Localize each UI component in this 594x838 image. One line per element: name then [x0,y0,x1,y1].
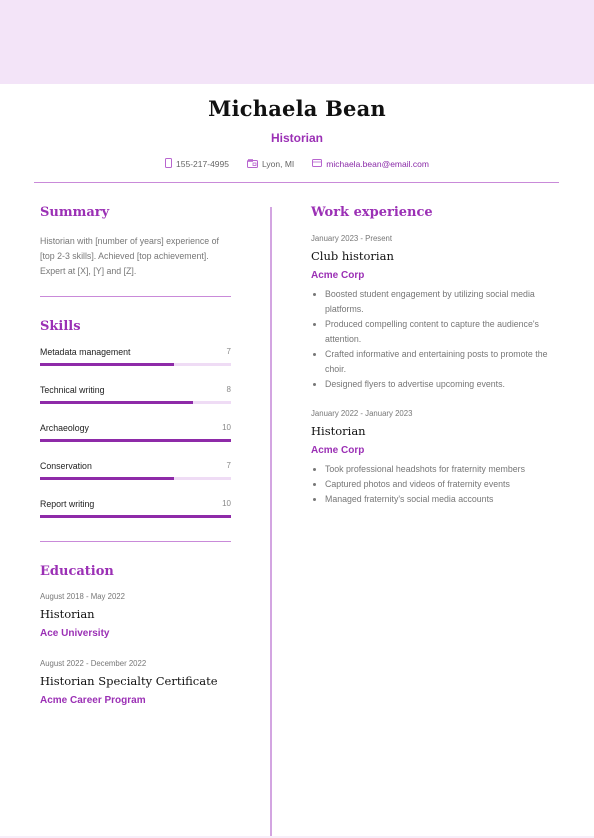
right-column: Work experience January 2023 - Present C… [311,205,561,507]
column-divider [270,207,272,838]
skill-bar-fill [40,477,174,480]
job-company: Acme Corp [311,445,365,456]
candidate-name: Michaela Bean [208,96,386,121]
job-title: Club historian [311,249,394,263]
skill-bar-fill [40,515,231,518]
skill-bar [40,363,231,366]
summary-heading: Summary [40,205,110,220]
skills-section: Skills Metadata management 7 Technical wr… [40,319,231,518]
skill-name: Report writing [40,499,95,509]
contact-phone: 155-217-4995 [165,158,229,170]
skill-name: Archaeology [40,423,89,433]
education-heading: Education [40,564,114,579]
phone-icon [165,158,173,170]
job-bullet: Captured photos and videos of fraternity… [325,477,561,492]
skill-bar-fill [40,363,174,366]
phone-number: 155-217-4995 [176,159,229,169]
skill-level: 7 [226,347,231,356]
contact-email[interactable]: michaela.bean@email.com [312,158,429,170]
job-item: January 2023 - Present Club historian Ac… [311,234,561,392]
education-item: August 2018 - May 2022 Historian Ace Uni… [40,592,231,639]
skill-bar-fill [40,439,231,442]
work-section: Work experience January 2023 - Present C… [311,205,561,507]
job-bullet: Produced compelling content to capture t… [325,317,561,347]
skill-level: 7 [226,461,231,470]
job-bullet: Crafted informative and entertaining pos… [325,347,561,377]
skill-bar [40,515,231,518]
candidate-title: Historian [270,131,323,145]
education-degree: Historian Specialty Certificate [40,674,218,688]
job-bullet: Designed flyers to advertise upcoming ev… [325,377,561,392]
left-column: Summary Historian with [number of years]… [40,205,231,706]
skill-bar-fill [40,401,193,404]
location: Lyon, MI [261,159,295,169]
job-dates: January 2023 - Present [311,234,393,243]
job-bullet: Boosted student engagement by utilizing … [325,287,561,317]
job-bullet: Took professional headshots for fraterni… [325,462,561,477]
education-degree: Historian [40,607,95,621]
header-divider [34,182,559,183]
email-icon [312,159,323,169]
education-dates: August 2022 - December 2022 [40,659,147,668]
skills-heading: Skills [40,319,81,334]
skill-item: Conservation 7 [40,461,231,480]
email-link[interactable]: michaela.bean@email.com [326,159,429,169]
skill-level: 10 [222,423,231,432]
education-section: Education August 2018 - May 2022 Histori… [40,564,231,706]
job-bullets: Boosted student engagement by utilizing … [311,287,561,392]
summary-text: Historian with [number of years] experie… [40,236,219,276]
education-school: Acme Career Program [40,695,146,706]
job-item: January 2022 - January 2023 Historian Ac… [311,409,561,507]
section-divider [40,296,231,297]
skill-level: 8 [226,385,231,394]
skill-bar [40,477,231,480]
contact-location: Lyon, MI [246,158,295,170]
job-company: Acme Corp [311,270,365,281]
skill-name: Technical writing [40,385,105,395]
summary-section: Summary Historian with [number of years]… [40,205,231,279]
location-card-icon [246,158,258,170]
skills-list: Metadata management 7 Technical writing 8 … [40,347,231,518]
skill-name: Conservation [40,461,92,471]
contact-info: 155-217-4995 Lyon, MI michaela.bean@emai… [0,158,594,170]
work-heading: Work experience [311,205,433,220]
skill-name: Metadata management [40,347,131,357]
job-bullet: Managed fraternity's social media accoun… [325,492,561,507]
skill-item: Technical writing 8 [40,385,231,404]
job-dates: January 2022 - January 2023 [311,409,413,418]
skill-item: Report writing 10 [40,499,231,518]
skill-bar [40,401,231,404]
resume-header: Michaela Bean Historian 155-217-4995 Lyo… [0,96,594,170]
education-item: August 2022 - December 2022 Historian Sp… [40,659,231,706]
skill-item: Metadata management 7 [40,347,231,366]
education-school: Ace University [40,628,110,639]
education-dates: August 2018 - May 2022 [40,592,125,601]
job-title: Historian [311,424,366,438]
header-band [0,0,594,84]
skill-bar [40,439,231,442]
skill-item: Archaeology 10 [40,423,231,442]
skill-level: 10 [222,499,231,508]
job-bullets: Took professional headshots for fraterni… [311,462,561,507]
section-divider [40,541,231,542]
